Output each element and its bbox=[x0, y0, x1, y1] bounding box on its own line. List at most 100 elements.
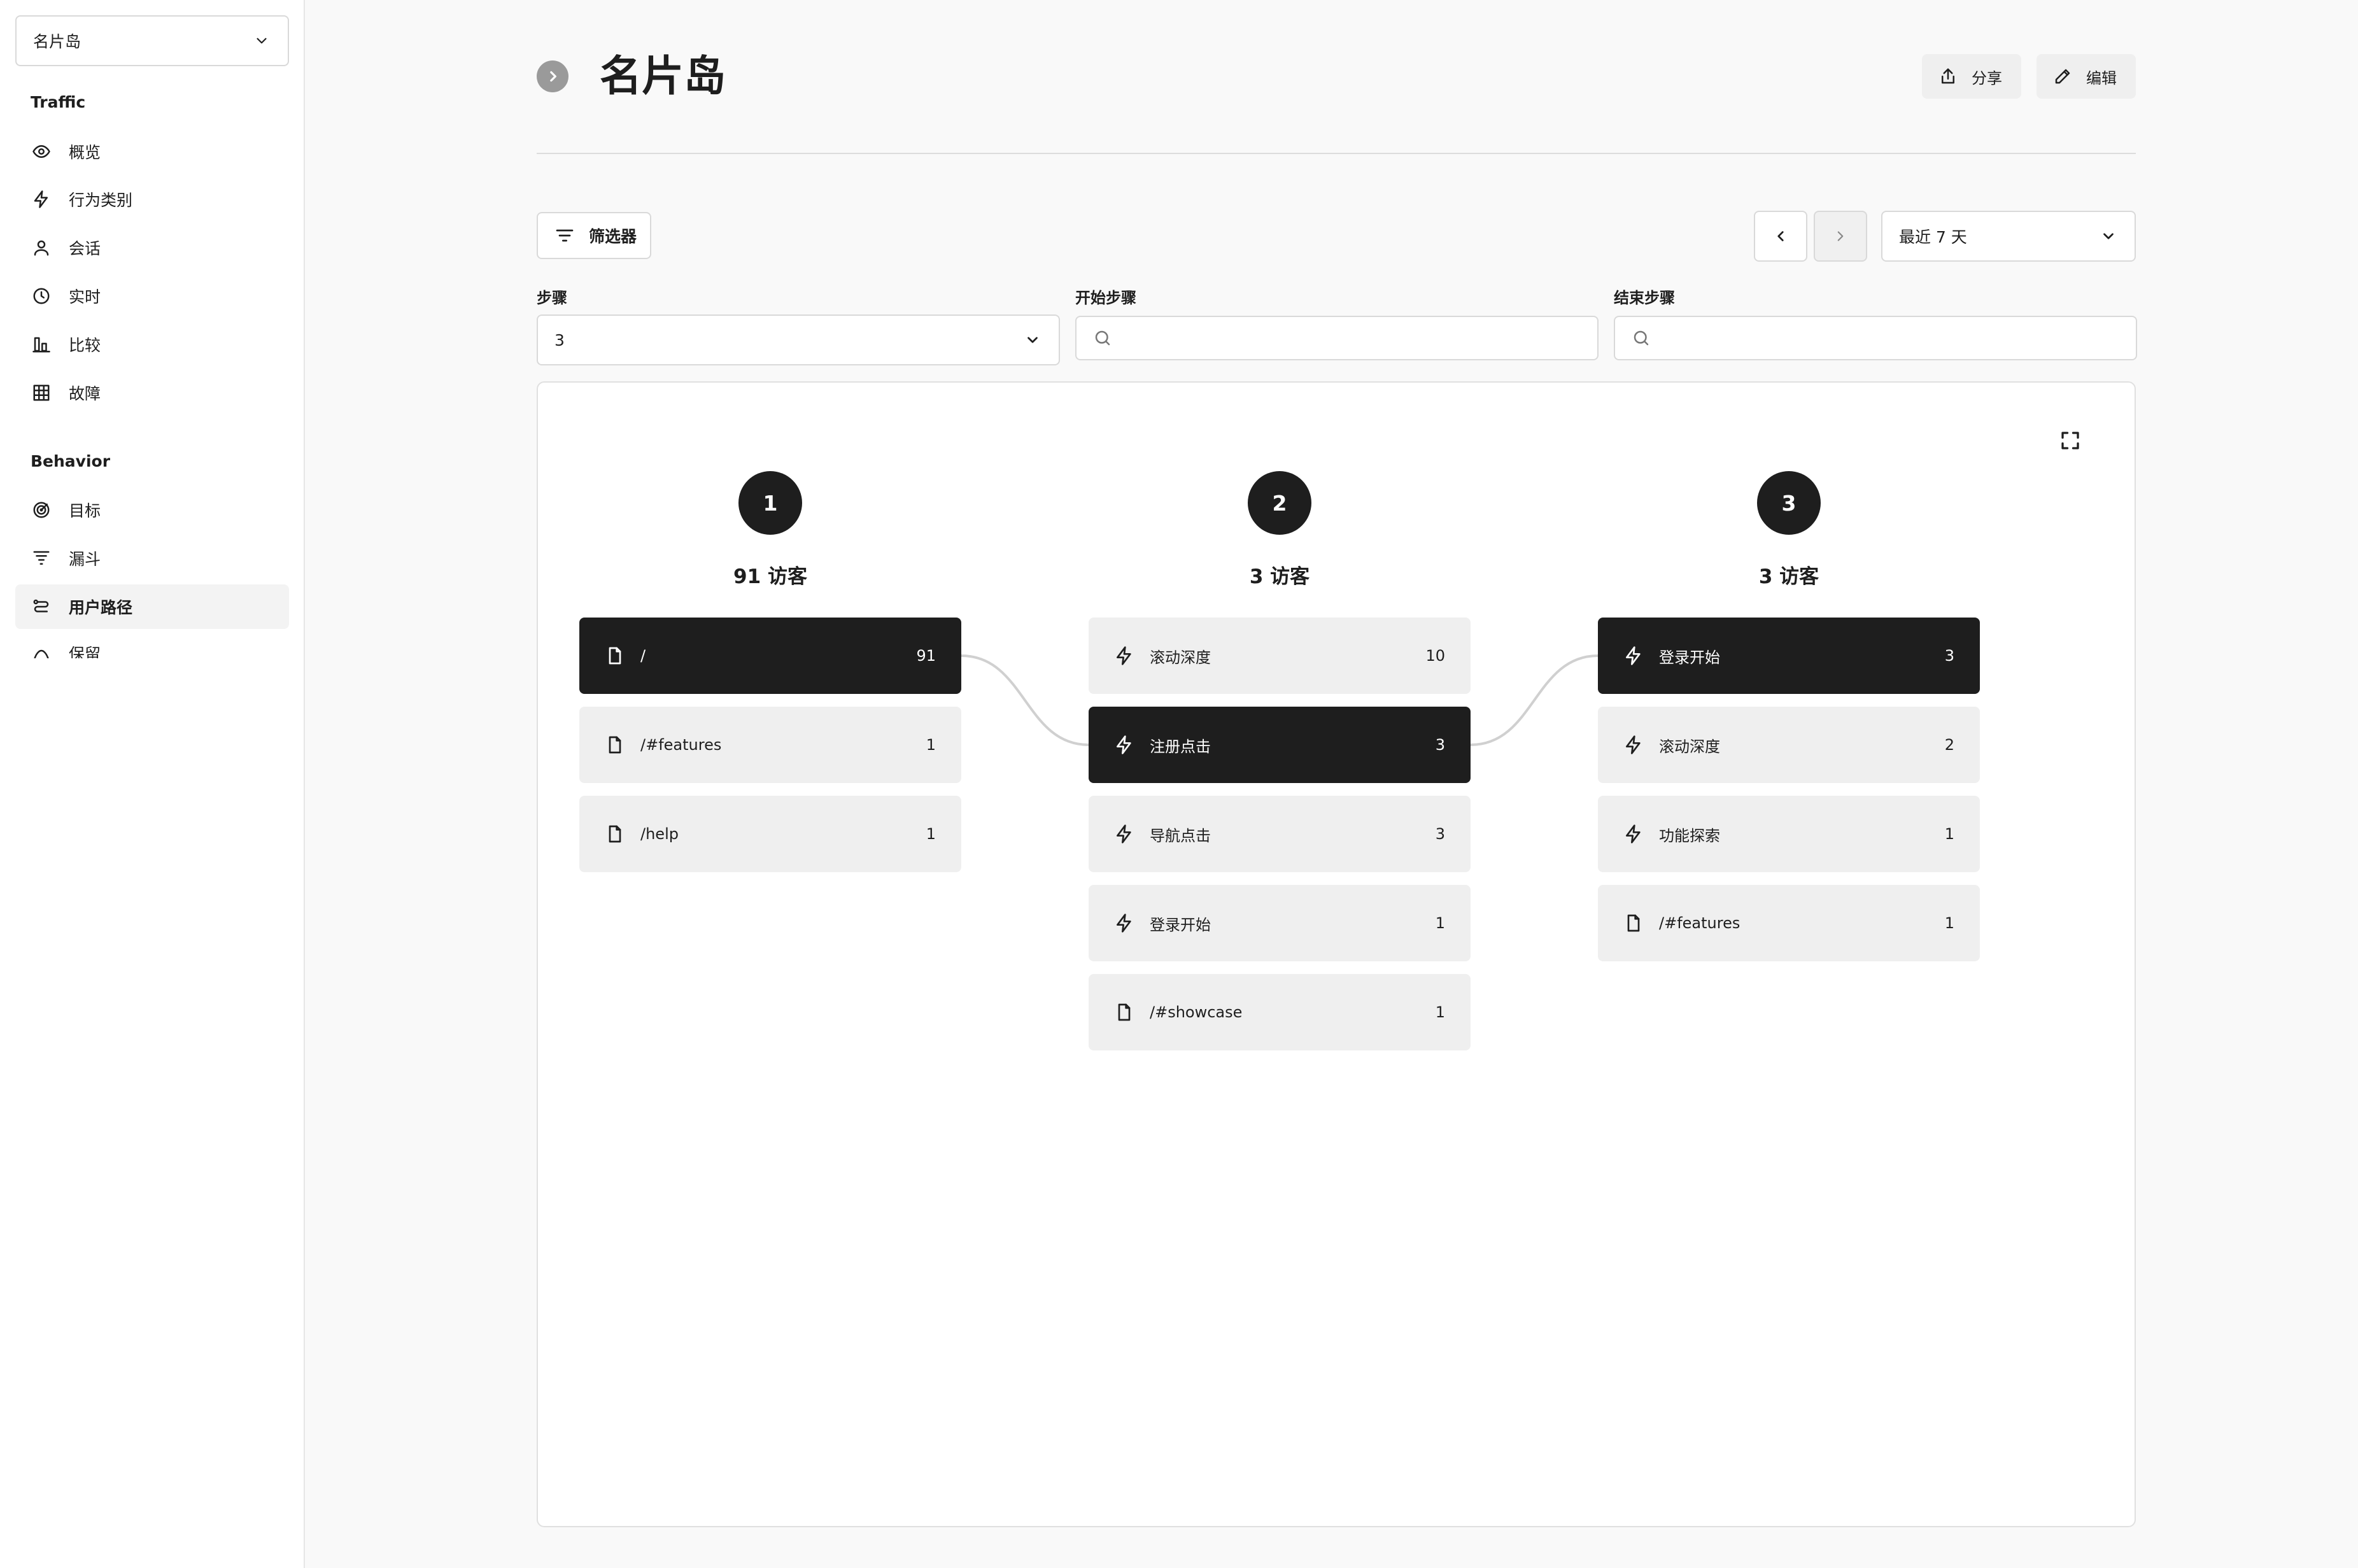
sidebar-item-compare[interactable]: 比较 bbox=[15, 322, 289, 367]
sidebar-item-overview[interactable]: 概览 bbox=[15, 129, 289, 174]
file-icon bbox=[609, 825, 621, 843]
journey-node-label: 功能探索 bbox=[1659, 826, 1720, 845]
step-number-1: 1 bbox=[738, 471, 802, 535]
file-icon bbox=[1118, 1003, 1131, 1021]
chevron-right-icon bbox=[550, 71, 556, 82]
journey-node[interactable]: 登录开始 1 bbox=[1089, 885, 1471, 961]
filter-icon bbox=[556, 229, 574, 242]
edit-button[interactable]: 编辑 bbox=[2037, 54, 2136, 99]
fullscreen-icon[interactable] bbox=[2059, 429, 2082, 452]
sidebar-item-events[interactable]: 行为类别 bbox=[15, 177, 289, 222]
journey-node[interactable]: 功能探索 1 bbox=[1598, 796, 1980, 872]
chevron-right-icon bbox=[1837, 231, 1844, 241]
step-number-3: 3 bbox=[1757, 471, 1821, 535]
edit-button-label: 编辑 bbox=[2086, 69, 2117, 87]
journey-node[interactable]: / 91 bbox=[579, 618, 961, 694]
filter-button[interactable]: 筛选器 bbox=[537, 212, 651, 259]
sidebar-item-funnel[interactable]: 漏斗 bbox=[15, 536, 289, 581]
clock-icon bbox=[33, 288, 50, 304]
sidebar-item-goals[interactable]: 目标 bbox=[15, 488, 289, 532]
sidebar-item-label: 概览 bbox=[69, 143, 101, 162]
filter-button-label: 筛选器 bbox=[589, 227, 637, 246]
journey-node[interactable]: 导航点击 3 bbox=[1089, 796, 1471, 872]
compare-icon bbox=[32, 337, 50, 353]
sidebar-item-retention[interactable]: 保留 bbox=[15, 633, 289, 658]
file-icon bbox=[609, 647, 621, 665]
journey-node-label: /#features bbox=[640, 736, 722, 754]
journey-node[interactable]: 注册点击 3 bbox=[1089, 707, 1471, 783]
chevron-left-icon bbox=[1777, 231, 1784, 241]
journey-node-count: 1 bbox=[1944, 825, 1954, 843]
journey-node-label: 注册点击 bbox=[1150, 737, 1211, 756]
step-visitors-2: 3 访客 bbox=[1249, 565, 1310, 588]
funnel-icon bbox=[33, 551, 50, 565]
sidebar: 名片岛 Traffic 概览 行为类别 会话 实时 比较 故障 Behavior… bbox=[0, 0, 305, 1568]
journey-node[interactable]: 滚动深度 2 bbox=[1598, 707, 1980, 783]
journey-node-label: / bbox=[640, 647, 646, 665]
lightning-icon bbox=[1626, 824, 1641, 844]
start-step-input[interactable] bbox=[1122, 329, 1581, 347]
edit-icon bbox=[2055, 69, 2070, 84]
sidebar-item-breakdown[interactable]: 故障 bbox=[15, 371, 289, 415]
journey-node-count: 1 bbox=[1435, 914, 1445, 932]
end-step-search[interactable] bbox=[1614, 316, 2137, 360]
start-step-label: 开始步骤 bbox=[1075, 289, 1136, 307]
sidebar-item-label: 保留 bbox=[69, 645, 101, 658]
file-icon bbox=[609, 736, 621, 754]
user-icon bbox=[34, 240, 49, 256]
lightning-icon bbox=[1117, 914, 1131, 933]
journey-node-count: 2 bbox=[1944, 736, 1954, 754]
page-title: 名片岛 bbox=[600, 52, 726, 101]
journey-node[interactable]: /#features 1 bbox=[579, 707, 961, 783]
lightning-icon bbox=[1626, 735, 1641, 754]
journey-node-label: /#showcase bbox=[1150, 1003, 1243, 1021]
sidebar-item-label: 用户路径 bbox=[69, 598, 133, 617]
collapse-sidebar-button[interactable] bbox=[537, 60, 568, 92]
journey-node-label: 登录开始 bbox=[1150, 915, 1211, 934]
share-button-label: 分享 bbox=[1972, 69, 2002, 87]
journey-node-label: 滚动深度 bbox=[1659, 737, 1720, 756]
date-range-select[interactable]: 最近 7 天 bbox=[1881, 211, 2136, 262]
journey-node-count: 3 bbox=[1435, 736, 1445, 754]
sidebar-item-realtime[interactable]: 实时 bbox=[15, 274, 289, 318]
prev-range-button[interactable] bbox=[1754, 211, 1807, 262]
journey-node[interactable]: 滚动深度 10 bbox=[1089, 618, 1471, 694]
lightning-icon bbox=[1117, 646, 1131, 665]
lightning-icon bbox=[1117, 824, 1131, 844]
journey-node[interactable]: 登录开始 3 bbox=[1598, 618, 1980, 694]
sidebar-item-label: 比较 bbox=[69, 336, 101, 355]
journey-node-count: 10 bbox=[1425, 647, 1445, 665]
chevron-down-icon bbox=[2103, 233, 2114, 239]
sidebar-item-sessions[interactable]: 会话 bbox=[15, 225, 289, 270]
start-step-search[interactable] bbox=[1075, 316, 1599, 360]
file-icon bbox=[1627, 914, 1640, 932]
next-range-button[interactable] bbox=[1814, 211, 1867, 262]
journey-node-label: 登录开始 bbox=[1659, 648, 1720, 667]
end-step-input[interactable] bbox=[1661, 329, 2119, 347]
lightning-icon bbox=[1626, 646, 1641, 665]
app-root: 名片岛 Traffic 概览 行为类别 会话 实时 比较 故障 Behavior… bbox=[0, 0, 2358, 1568]
site-selector-value: 名片岛 bbox=[33, 32, 81, 51]
chevron-down-icon bbox=[1027, 337, 1038, 343]
sidebar-item-label: 行为类别 bbox=[69, 191, 133, 209]
journey-node-label: /#features bbox=[1659, 914, 1740, 932]
journey-node-count: 1 bbox=[926, 736, 936, 754]
sidebar-item-user-journey[interactable]: 用户路径 bbox=[15, 584, 289, 629]
retention-icon bbox=[34, 649, 49, 658]
behavior-section-title: Behavior bbox=[31, 452, 111, 470]
step-number-2: 2 bbox=[1248, 471, 1311, 535]
sidebar-item-label: 目标 bbox=[69, 502, 101, 520]
site-selector[interactable]: 名片岛 bbox=[15, 15, 289, 66]
steps-select[interactable]: 3 bbox=[537, 314, 1060, 365]
share-button[interactable]: 分享 bbox=[1922, 54, 2021, 99]
journey-node[interactable]: /#features 1 bbox=[1598, 885, 1980, 961]
journey-node-count: 91 bbox=[916, 647, 936, 665]
journey-node[interactable]: /help 1 bbox=[579, 796, 961, 872]
step-visitors-1: 91 访客 bbox=[733, 565, 807, 588]
journey-node[interactable]: /#showcase 1 bbox=[1089, 974, 1471, 1050]
share-icon bbox=[1942, 68, 1954, 84]
search-icon bbox=[1634, 330, 1649, 346]
lightning-icon bbox=[1117, 735, 1131, 754]
steps-select-value: 3 bbox=[554, 330, 565, 350]
sidebar-item-label: 实时 bbox=[69, 288, 101, 306]
